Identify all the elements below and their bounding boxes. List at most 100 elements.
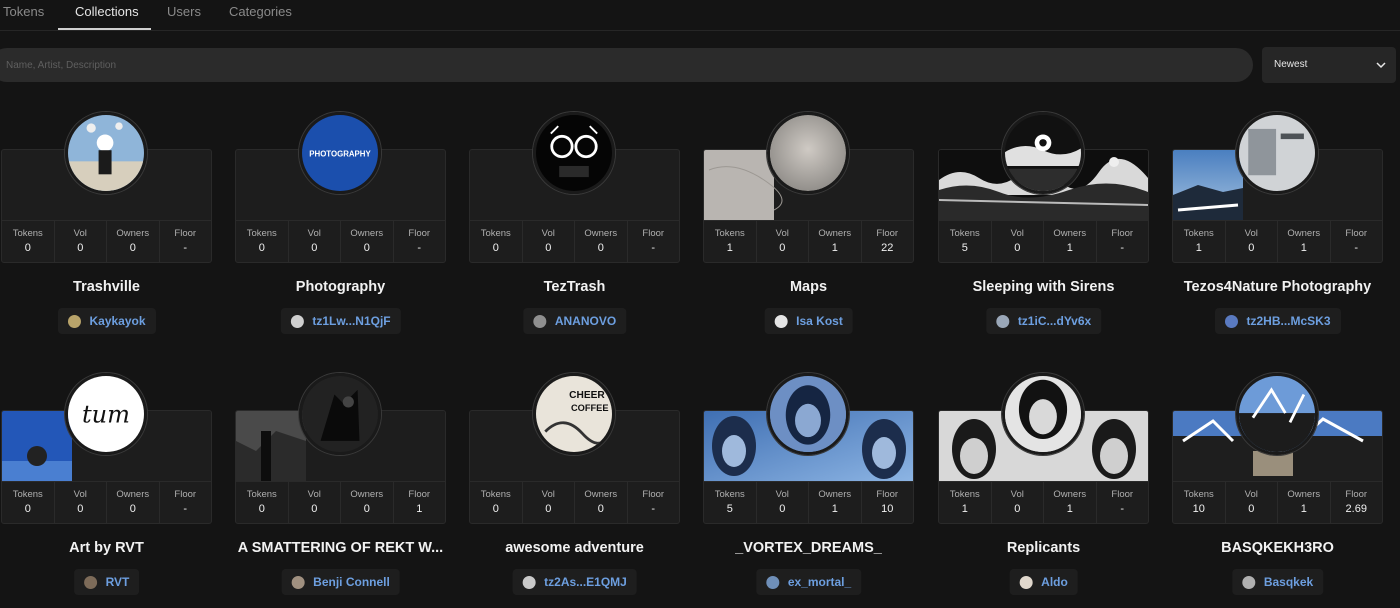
creator-avatar: [522, 575, 536, 589]
collection-avatar[interactable]: CHEER COFFEE: [533, 373, 615, 455]
stat-floor-value: 10: [881, 503, 894, 515]
creator-link[interactable]: Basqkek: [1231, 569, 1324, 595]
stat-tokens-label: Tokens: [246, 228, 277, 239]
stat-vol-label: Vol: [541, 489, 555, 500]
creator-link[interactable]: tz1iC...dYv6x: [985, 308, 1102, 334]
stat-floor-label: Floor: [1345, 489, 1368, 500]
stat-owners-label: Owners: [116, 228, 150, 239]
collection-stats: Tokens 1 Vol 0 Owners 1 Floor -: [939, 481, 1148, 523]
sort-dropdown[interactable]: Newest: [1262, 47, 1396, 83]
sort-selected-label: Newest: [1274, 59, 1308, 70]
tab-categories[interactable]: Categories: [229, 4, 292, 19]
collection-avatar[interactable]: PHOTOGRAPHY: [299, 112, 381, 194]
creator-link[interactable]: ANANOVO: [522, 308, 627, 334]
creator-name: tz1iC...dYv6x: [1017, 314, 1092, 328]
stat-owners-label: Owners: [1287, 228, 1321, 239]
collection-card[interactable]: Tokens 10 Vol 0 Owners 1 Floor 2.69 BASQ…: [1172, 373, 1383, 595]
collection-avatar[interactable]: [767, 112, 849, 194]
stat-owners-value: 0: [597, 242, 604, 254]
tab-collections[interactable]: Collections: [75, 4, 139, 19]
stat-floor-value: -: [1354, 242, 1359, 254]
collection-card[interactable]: Tokens 1 Vol 0 Owners 1 Floor - Tezos4Na…: [1172, 112, 1383, 334]
stat-floor-value: -: [183, 242, 188, 254]
creator-link[interactable]: Isa Kost: [764, 308, 853, 334]
stat-floor-value: 1: [416, 503, 423, 515]
creator-link[interactable]: ex_mortal_: [755, 569, 862, 595]
stat-tokens-label: Tokens: [1183, 489, 1214, 500]
stat-tokens-value: 1: [726, 242, 733, 254]
stat-vol: Vol 0: [757, 221, 809, 262]
creator-link[interactable]: RVT: [73, 569, 140, 595]
search-input[interactable]: [0, 48, 1253, 82]
collection-avatar[interactable]: tum: [65, 373, 147, 455]
collection-card[interactable]: Tokens 0 Vol 0 Owners 0 Floor - tum Art …: [1, 373, 212, 595]
stat-vol: Vol 0: [523, 221, 575, 262]
stat-owners-value: 1: [831, 242, 838, 254]
creator-link[interactable]: tz1Lw...N1QjF: [280, 308, 401, 334]
collection-card[interactable]: Tokens 0 Vol 0 Owners 0 Floor - CHEER COF…: [469, 373, 680, 595]
stat-vol-label: Vol: [1244, 228, 1258, 239]
creator-link[interactable]: Benji Connell: [281, 569, 400, 595]
stat-tokens-value: 0: [24, 503, 31, 515]
creator-link[interactable]: tz2As...E1QMJ: [512, 569, 637, 595]
creator-link[interactable]: Kaykayok: [57, 308, 156, 334]
collection-title[interactable]: Photography: [225, 279, 456, 295]
collection-title[interactable]: Tezos4Nature Photography: [1162, 279, 1393, 295]
collection-card[interactable]: Tokens 0 Vol 0 Owners 0 Floor 1 A SMATTE…: [235, 373, 446, 595]
collection-avatar[interactable]: [1236, 373, 1318, 455]
collection-card[interactable]: Tokens 1 Vol 0 Owners 1 Floor 22 Maps Is…: [703, 112, 914, 334]
stat-tokens-value: 1: [1195, 242, 1202, 254]
creator-link[interactable]: tz2HB...McSK3: [1214, 308, 1341, 334]
stat-floor-label: Floor: [174, 228, 197, 239]
collection-title[interactable]: BASQKEKH3RO: [1162, 540, 1393, 556]
collection-title[interactable]: _VORTEX_DREAMS_: [693, 540, 924, 556]
collection-card[interactable]: Tokens 5 Vol 0 Owners 1 Floor - Sleeping…: [938, 112, 1149, 334]
chevron-down-icon: [1376, 62, 1386, 69]
stat-tokens: Tokens 1: [704, 221, 757, 262]
collection-card[interactable]: Tokens 5 Vol 0 Owners 1 Floor 10 _VORTEX…: [703, 373, 914, 595]
collection-avatar[interactable]: [1002, 112, 1084, 194]
creator-link[interactable]: Aldo: [1009, 569, 1078, 595]
collection-title[interactable]: Art by RVT: [0, 540, 222, 556]
tab-users[interactable]: Users: [167, 4, 201, 19]
collection-card[interactable]: Tokens 0 Vol 0 Owners 0 Floor - Trashvil…: [1, 112, 212, 334]
stat-owners-label: Owners: [350, 489, 384, 500]
stat-vol-label: Vol: [307, 228, 321, 239]
stat-owners-value: 0: [363, 503, 370, 515]
stat-vol-value: 0: [1248, 503, 1255, 515]
tab-tokens[interactable]: Tokens: [3, 4, 44, 19]
stat-tokens: Tokens 0: [2, 482, 55, 523]
collection-card[interactable]: Tokens 0 Vol 0 Owners 0 Floor - TezTrash: [469, 112, 680, 334]
collection-avatar[interactable]: [767, 373, 849, 455]
creator-avatar: [1019, 575, 1033, 589]
stat-floor-label: Floor: [1345, 228, 1368, 239]
collection-stats: Tokens 0 Vol 0 Owners 0 Floor -: [2, 481, 211, 523]
stat-tokens-value: 1: [961, 503, 968, 515]
collection-avatar[interactable]: [533, 112, 615, 194]
stat-vol: Vol 0: [1226, 221, 1278, 262]
collection-title[interactable]: A SMATTERING OF REKT W...: [225, 540, 456, 556]
collection-avatar[interactable]: [1002, 373, 1084, 455]
stat-floor-label: Floor: [1111, 228, 1134, 239]
collection-avatar[interactable]: [299, 373, 381, 455]
stat-vol-value: 0: [779, 503, 786, 515]
stat-floor: Floor -: [394, 221, 446, 262]
collection-card[interactable]: Tokens 1 Vol 0 Owners 1 Floor - Replican…: [938, 373, 1149, 595]
collection-avatar[interactable]: [1236, 112, 1318, 194]
creator-avatar: [995, 314, 1009, 328]
stat-owners-value: 1: [1066, 242, 1073, 254]
collection-card[interactable]: Tokens 0 Vol 0 Owners 0 Floor - PHOTOGRA…: [235, 112, 446, 334]
collection-title[interactable]: Trashville: [0, 279, 222, 295]
tab-divider: [0, 30, 1400, 31]
collection-title[interactable]: Sleeping with Sirens: [928, 279, 1159, 295]
collection-title[interactable]: awesome adventure: [459, 540, 690, 556]
collection-title[interactable]: Replicants: [928, 540, 1159, 556]
collection-title[interactable]: Maps: [693, 279, 924, 295]
collection-stats: Tokens 10 Vol 0 Owners 1 Floor 2.69: [1173, 481, 1382, 523]
creator-name: Isa Kost: [796, 314, 843, 328]
stat-owners-label: Owners: [584, 489, 618, 500]
collection-title[interactable]: TezTrash: [459, 279, 690, 295]
creator-name: tz1Lw...N1QjF: [312, 314, 391, 328]
collection-avatar[interactable]: [65, 112, 147, 194]
stat-vol: Vol 0: [289, 221, 341, 262]
